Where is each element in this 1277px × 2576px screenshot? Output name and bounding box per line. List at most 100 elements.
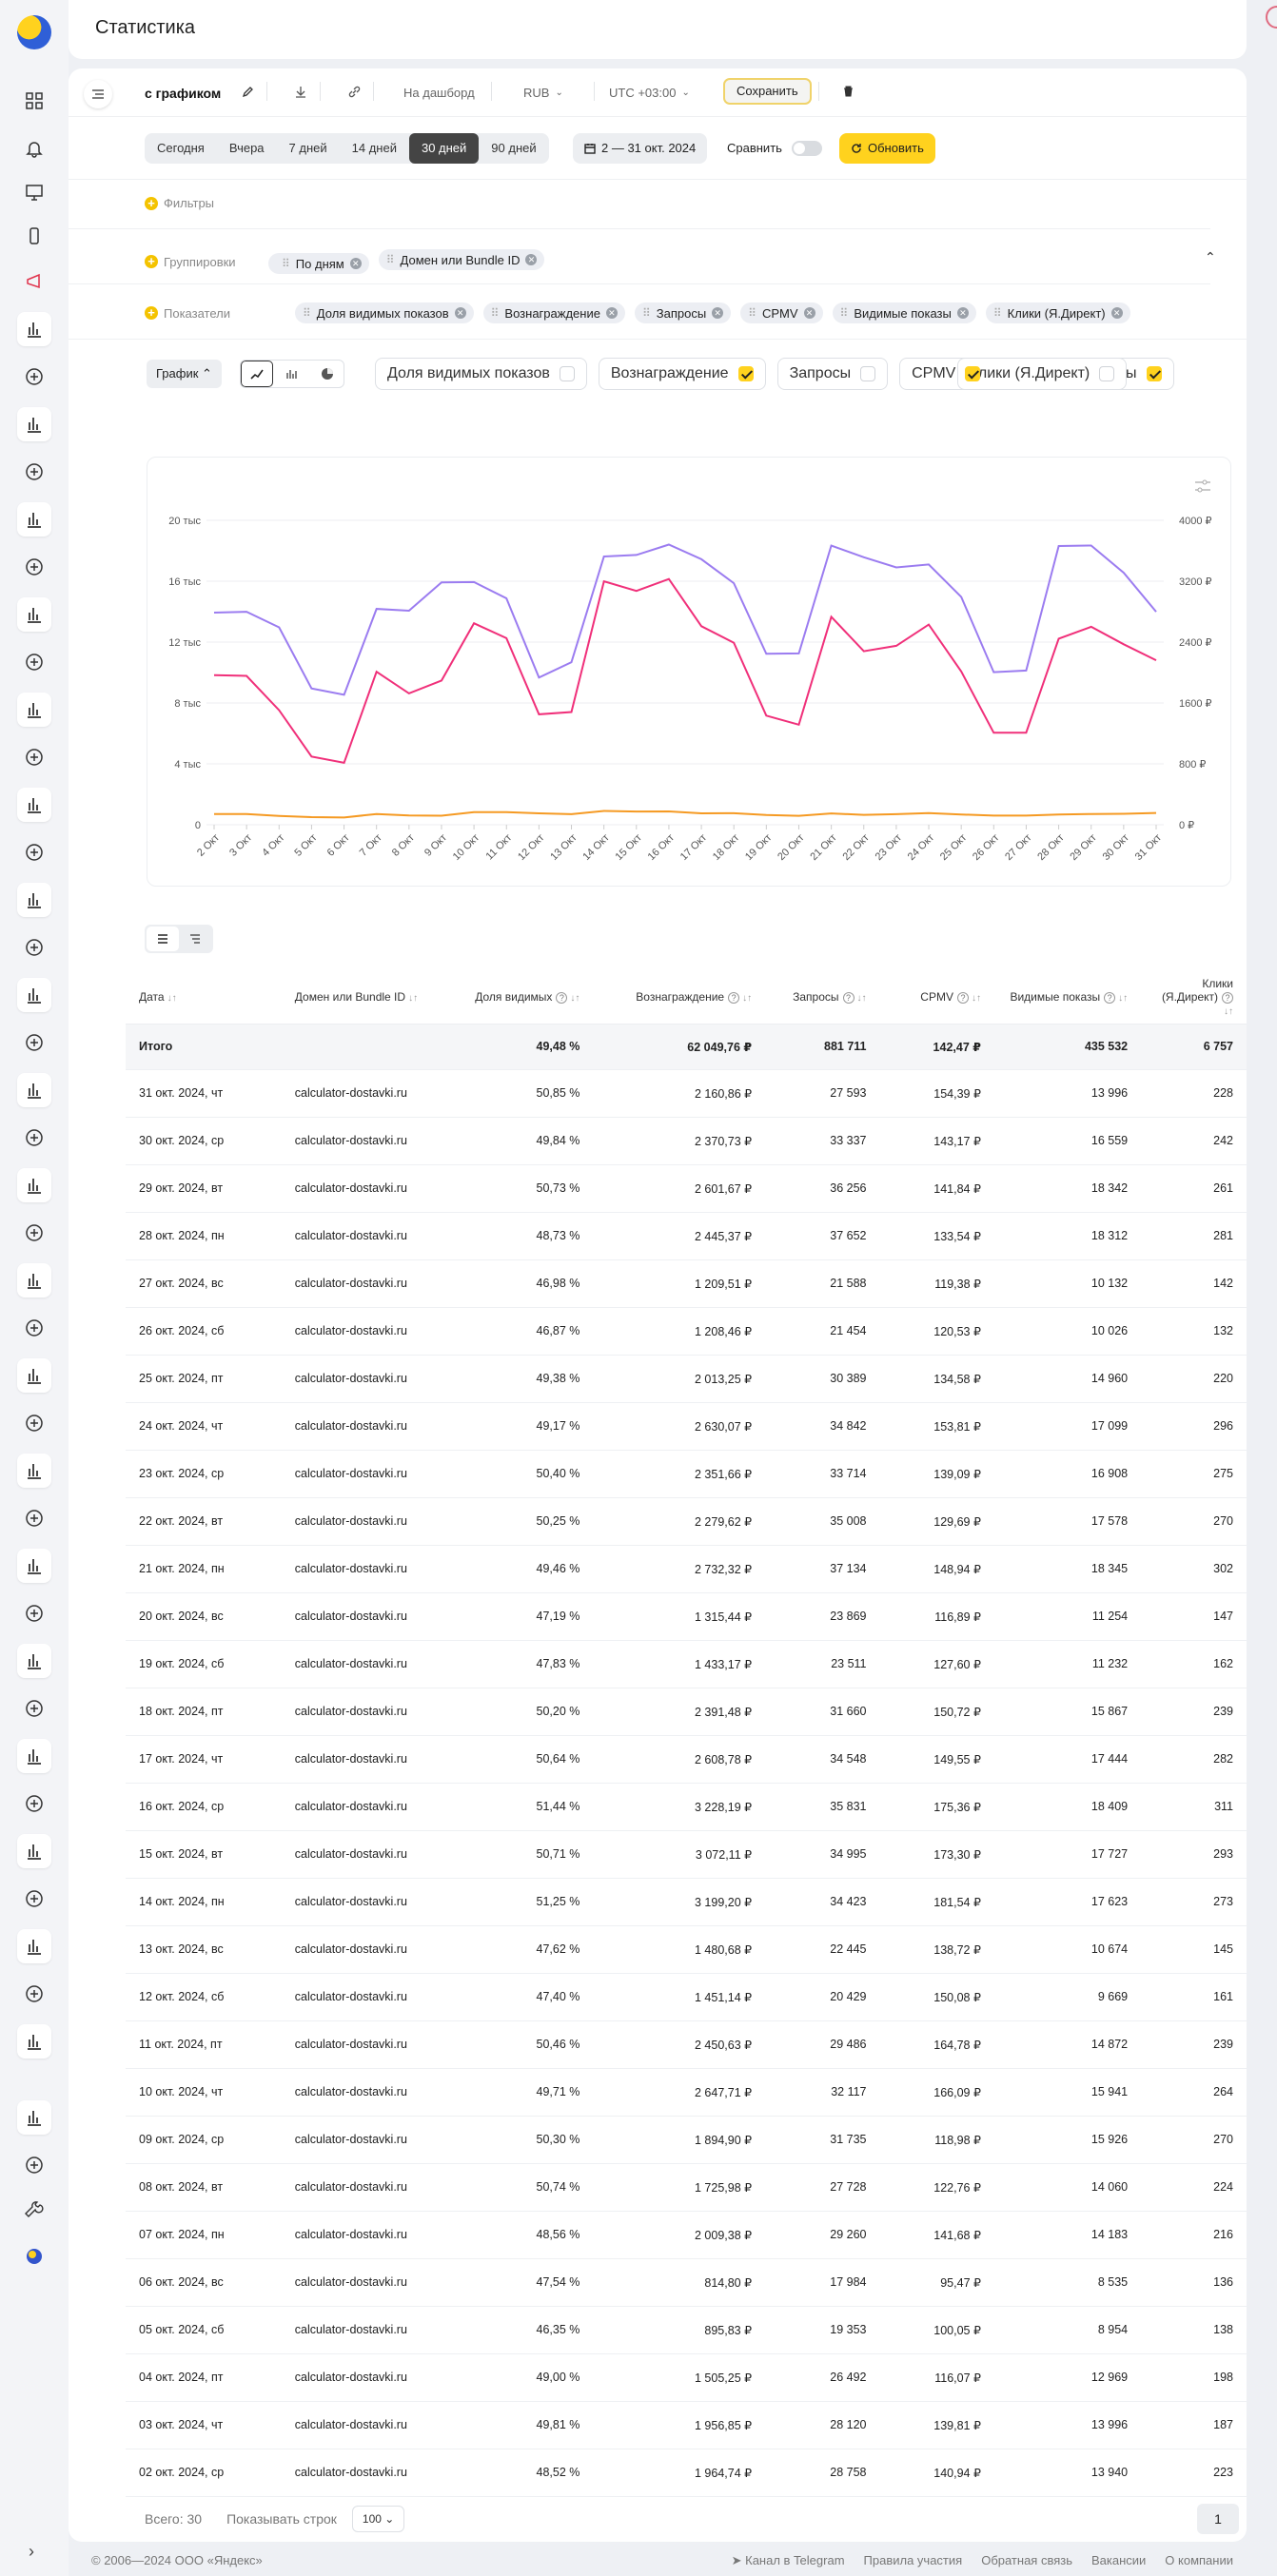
add-circle-icon[interactable] bbox=[21, 1981, 48, 2007]
currency-select[interactable]: RUB ⌄ bbox=[523, 86, 563, 100]
help-icon[interactable]: ? bbox=[1104, 991, 1116, 1004]
filters-row[interactable]: + Фильтры bbox=[145, 196, 214, 210]
drag-handle-icon[interactable]: ⠿ bbox=[993, 306, 1002, 320]
bar-chart-icon[interactable] bbox=[17, 1739, 51, 1773]
plus-icon[interactable]: + bbox=[145, 306, 158, 320]
add-circle-icon[interactable] bbox=[21, 1029, 48, 1056]
column-header[interactable]: Домен или Bundle ID ↓↑ bbox=[281, 970, 456, 1025]
close-icon[interactable]: ✕ bbox=[525, 254, 538, 265]
close-icon[interactable]: ✕ bbox=[349, 258, 362, 269]
metric-chip[interactable]: ⠿ Запросы ✕ bbox=[634, 302, 732, 323]
grouping-chip[interactable]: ⠿ По дням ✕ bbox=[268, 253, 369, 274]
date-range-picker[interactable]: 2 — 31 окт. 2024 bbox=[573, 133, 708, 164]
add-circle-icon[interactable] bbox=[21, 1790, 48, 1817]
bell-icon[interactable] bbox=[21, 135, 48, 162]
edit-icon[interactable] bbox=[242, 86, 254, 98]
save-button[interactable]: Сохранить bbox=[723, 78, 812, 105]
checkbox-icon[interactable] bbox=[860, 366, 876, 381]
bar-chart-icon[interactable] bbox=[17, 1073, 51, 1107]
checkbox-checked-icon[interactable] bbox=[1146, 366, 1162, 381]
metric-chip[interactable]: ⠿ CPMV ✕ bbox=[740, 302, 823, 323]
sort-icon[interactable]: ↓↑ bbox=[1118, 993, 1128, 1004]
planet-icon[interactable] bbox=[21, 2243, 48, 2270]
tree-view-icon[interactable] bbox=[179, 927, 211, 951]
footer-link[interactable]: Правила участия bbox=[864, 2553, 963, 2567]
add-circle-icon[interactable] bbox=[21, 1220, 48, 1246]
series-toggle[interactable]: Вознаграждение bbox=[598, 358, 766, 390]
list-view-icon[interactable] bbox=[147, 927, 179, 951]
bar-chart-icon[interactable] bbox=[17, 1358, 51, 1393]
period-button[interactable]: 90 дней bbox=[479, 133, 548, 164]
bar-chart-icon[interactable] bbox=[17, 1549, 51, 1583]
toggle-switch[interactable] bbox=[791, 141, 822, 156]
sort-icon[interactable]: ↓↑ bbox=[742, 993, 752, 1004]
close-icon[interactable]: ✕ bbox=[712, 307, 724, 319]
metric-chip[interactable]: ⠿ Клики (Я.Директ) ✕ bbox=[985, 302, 1130, 323]
bar-chart-icon[interactable] bbox=[17, 1168, 51, 1202]
avatar[interactable] bbox=[1266, 6, 1277, 29]
drag-handle-icon[interactable]: ⠿ bbox=[386, 253, 395, 266]
drag-handle-icon[interactable]: ⠿ bbox=[303, 306, 311, 320]
drag-handle-icon[interactable]: ⠿ bbox=[748, 306, 756, 320]
column-header[interactable]: CPMV? ↓↑ bbox=[879, 970, 994, 1025]
collapse-icon[interactable]: ⌃ bbox=[1205, 249, 1216, 265]
bar-chart-icon[interactable] bbox=[17, 1644, 51, 1678]
rows-per-page-select[interactable]: 100 ⌄ bbox=[351, 2506, 405, 2532]
help-icon[interactable]: ? bbox=[956, 991, 969, 1004]
footer-link[interactable]: Обратная связь bbox=[981, 2553, 1072, 2567]
bar-chart-icon[interactable] bbox=[17, 788, 51, 822]
footer-link[interactable]: Вакансии bbox=[1091, 2553, 1146, 2567]
bar-chart-icon[interactable] bbox=[17, 978, 51, 1012]
add-circle-icon[interactable] bbox=[21, 459, 48, 485]
column-header[interactable]: Клики (Я.Директ) ?↓↑ bbox=[1141, 970, 1247, 1025]
sort-icon[interactable]: ↓↑ bbox=[408, 993, 418, 1004]
add-circle-icon[interactable] bbox=[21, 363, 48, 390]
help-icon[interactable]: ? bbox=[728, 991, 740, 1004]
add-circle-icon[interactable] bbox=[21, 554, 48, 580]
phone-icon[interactable] bbox=[21, 223, 48, 249]
add-circle-icon[interactable] bbox=[21, 1410, 48, 1436]
add-circle-icon[interactable] bbox=[21, 934, 48, 961]
add-circle-icon[interactable] bbox=[21, 2152, 48, 2178]
drag-handle-icon[interactable]: ⠿ bbox=[840, 306, 849, 320]
link-icon[interactable] bbox=[348, 86, 361, 98]
period-button[interactable]: 14 дней bbox=[340, 133, 409, 164]
page-button[interactable]: 1 bbox=[1197, 2504, 1239, 2534]
grouping-chip[interactable]: ⠿ Домен или Bundle ID ✕ bbox=[378, 249, 545, 270]
chart-settings-icon[interactable] bbox=[1194, 478, 1211, 494]
sort-icon[interactable]: ↓↑ bbox=[857, 993, 867, 1004]
checkbox-checked-icon[interactable] bbox=[965, 366, 981, 381]
refresh-button[interactable]: Обновить bbox=[839, 133, 935, 164]
apps-icon[interactable] bbox=[21, 88, 48, 114]
sort-icon[interactable]: ↓↑ bbox=[570, 993, 580, 1004]
plus-icon[interactable]: + bbox=[145, 255, 158, 268]
add-circle-icon[interactable] bbox=[21, 1505, 48, 1532]
logo[interactable] bbox=[17, 15, 51, 49]
drag-handle-icon[interactable]: ⠿ bbox=[642, 306, 651, 320]
series-toggle[interactable]: Доля видимых показов bbox=[375, 358, 587, 390]
add-circle-icon[interactable] bbox=[21, 1695, 48, 1722]
bar-chart-icon[interactable] bbox=[17, 2024, 51, 2059]
bar-chart-icon[interactable] bbox=[17, 883, 51, 917]
bar-chart-icon[interactable] bbox=[17, 1263, 51, 1298]
close-icon[interactable]: ✕ bbox=[803, 307, 815, 319]
sort-icon[interactable]: ↓↑ bbox=[972, 993, 981, 1004]
bar-chart-icon[interactable] bbox=[17, 2100, 51, 2135]
expand-sidebar-icon[interactable]: › bbox=[29, 2542, 34, 2562]
add-circle-icon[interactable] bbox=[21, 744, 48, 771]
help-icon[interactable]: ? bbox=[556, 991, 568, 1004]
add-circle-icon[interactable] bbox=[21, 1600, 48, 1627]
close-icon[interactable]: ✕ bbox=[605, 307, 618, 319]
monitor-icon[interactable] bbox=[21, 179, 48, 205]
period-button[interactable]: Сегодня bbox=[145, 133, 217, 164]
drag-handle-icon[interactable]: ⠿ bbox=[491, 306, 500, 320]
download-icon[interactable] bbox=[295, 86, 306, 98]
add-circle-icon[interactable] bbox=[21, 1885, 48, 1912]
period-button[interactable]: Вчера bbox=[217, 133, 277, 164]
toggle-panel-button[interactable] bbox=[84, 80, 112, 108]
bar-chart-icon[interactable] bbox=[17, 1929, 51, 1963]
series-toggle[interactable]: Клики (Я.Директ) bbox=[956, 358, 1128, 390]
add-circle-icon[interactable] bbox=[21, 1315, 48, 1341]
close-icon[interactable]: ✕ bbox=[1110, 307, 1123, 319]
wrench-icon[interactable] bbox=[21, 2197, 48, 2224]
